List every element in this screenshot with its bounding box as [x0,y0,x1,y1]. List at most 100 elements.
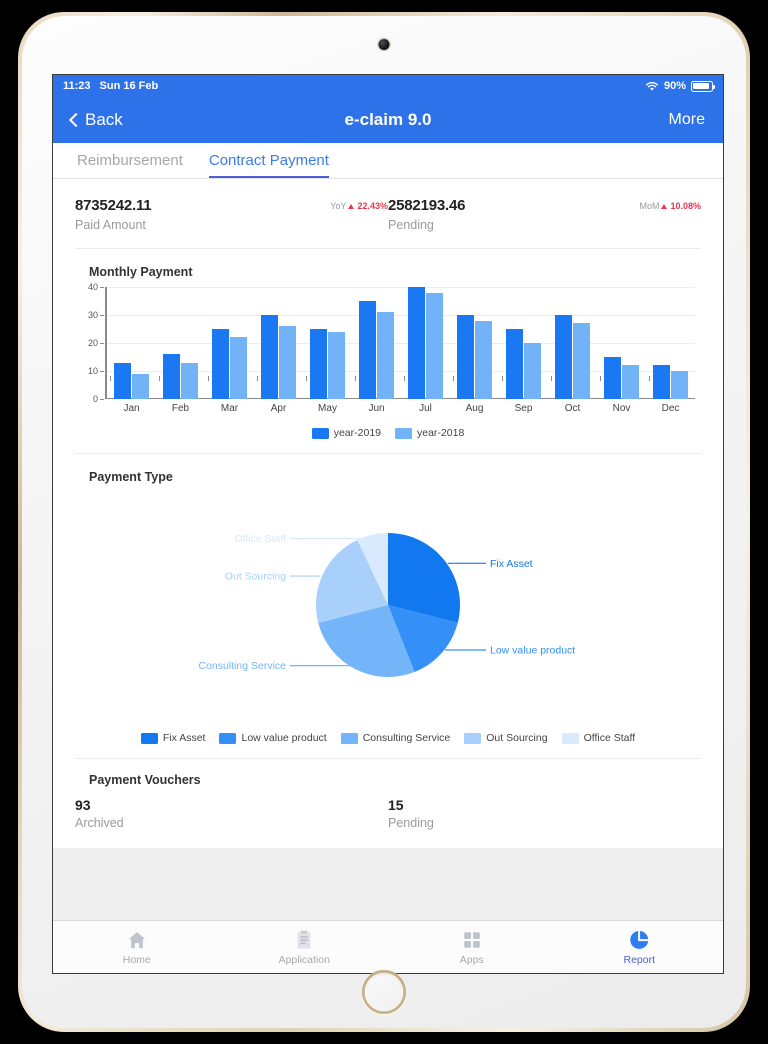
x-axis-tick [502,376,503,381]
bar-group [453,287,492,399]
bar [671,371,688,399]
y-axis-tick: 40 [87,282,105,292]
tab-bar-item-home[interactable]: Home [53,921,221,973]
legend-label: Low value product [241,732,327,744]
status-bar: 11:23 Sun 16 Feb 90% [53,75,723,97]
section-payment-vouchers: Payment Vouchers 93 Archived 15 Pending [75,759,701,848]
legend-label: year-2019 [333,427,381,439]
voucher-pending: 15 Pending [388,797,701,830]
bar [653,365,670,399]
back-button-label: Back [85,110,123,129]
bar-group [257,287,296,399]
x-axis-tick [208,376,209,381]
y-axis-tick: 10 [87,366,105,376]
monthly-payment-bar-chart: 0 10 20 30 40 Jan Feb Mar Apr May Jun Jul Aug Sep Oct… [88,282,695,417]
x-axis-label: Apr [270,402,287,414]
back-button[interactable]: Back [68,110,123,130]
x-axis-tick [306,376,307,381]
bar [573,323,590,399]
legend-swatch [395,427,412,439]
pie-chart-icon [630,930,649,949]
legend-swatch [561,732,579,744]
x-axis-tick [110,376,111,381]
kpi-pending: 2582193.46 Pending MoM 10.08% [388,197,701,232]
voucher-archived: 93 Archived [75,797,388,830]
content-scroll-area[interactable]: 8735242.11 Paid Amount YoY 22.43% 258219… [53,179,723,920]
x-axis-tick [257,376,258,381]
bar-group [404,287,443,399]
tab-bar-item-report[interactable]: Report [556,921,724,973]
status-bar-right: 90% [645,80,716,92]
legend-label: year-2018 [417,427,465,439]
tab-contract-payment[interactable]: Contract Payment [208,152,329,178]
legend-item: year-2018 [395,427,464,439]
tab-bar-label: Home [122,953,151,966]
section-title: Payment Vouchers [89,773,201,787]
tab-strip: Reimbursement Contract Payment [53,143,723,179]
legend-item: Low value product [219,732,327,744]
bar-group [600,287,639,399]
chevron-left-icon [68,112,84,128]
grid-icon [463,931,480,948]
bar [408,287,425,399]
legend-label: Out Sourcing [486,732,548,744]
x-axis-label: Dec [661,402,680,414]
x-axis-label: May [318,402,337,414]
x-axis-tick [355,376,356,381]
bar [457,315,474,399]
pie-slice-label: Fix Asset [490,558,533,570]
bar [555,315,572,399]
tab-bar-item-application[interactable]: Application [221,921,389,973]
pie-slice-label: Office Staff [234,533,286,545]
x-axis-label: Mar [220,402,239,414]
x-axis-label: Nov [612,402,631,414]
bar [328,331,345,399]
delta-value: 22.43% [357,201,388,211]
voucher-row: 93 Archived 15 Pending [75,797,701,830]
tab-reimbursement[interactable]: Reimbursement [77,152,183,178]
content-filler [53,848,723,920]
tab-bar-item-apps[interactable]: Apps [388,921,556,973]
front-camera [378,39,390,50]
x-axis-label: Jul [419,402,432,414]
bar [475,320,492,399]
battery-icon [691,80,716,92]
bar [279,326,296,399]
section-monthly-payment: Monthly Payment 0 10 20 30 40 Jan Feb Mar Apr Ma… [75,249,701,454]
bar [426,292,443,399]
battery-percent: 90% [663,80,686,92]
bar [212,329,229,399]
x-axis-tick [453,376,454,381]
x-axis-labels: Jan Feb Mar Apr May Jun Jul Aug Sep Oct Nov Dec [107,399,695,417]
status-time: 11:23 [63,80,91,92]
legend-label: Consulting Service [362,732,451,744]
bar-group [502,287,541,399]
tab-bar-label: Application [278,953,330,966]
bar [622,365,639,399]
bar-group [649,287,688,399]
bar-group [159,287,198,399]
voucher-value: 15 [388,797,404,813]
wifi-icon [645,81,659,91]
x-axis-label: Feb [171,402,190,414]
legend-label: Fix Asset [162,732,206,744]
bar [359,301,376,399]
section-title: Payment Type [89,470,173,484]
home-button[interactable] [362,970,406,1014]
more-button[interactable]: More [669,111,705,129]
bar [310,329,327,399]
tab-bar-label: Apps [459,953,484,966]
kpi-delta: YoY 22.43% [330,197,388,211]
bar-group [551,287,590,399]
x-axis-label: Jan [123,402,140,414]
report-card: 8735242.11 Paid Amount YoY 22.43% 258219… [53,179,723,848]
bar [604,357,621,399]
legend-label: Office Staff [583,732,636,744]
bar [524,343,541,399]
legend-item: Office Staff [561,732,636,744]
x-axis-tick [600,376,601,381]
pie-slice-label: Low value product [490,644,575,656]
legend-swatch [340,732,358,744]
bar-group [208,287,247,399]
kpi-value: 2582193.46 [388,197,466,214]
